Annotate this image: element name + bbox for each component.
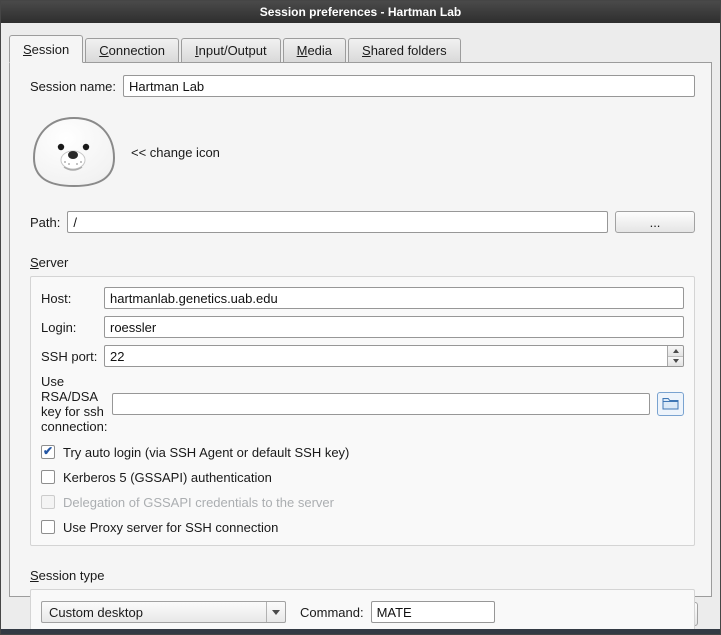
proxy-label: Use Proxy server for SSH connection bbox=[63, 520, 278, 535]
gssapi-delegation-label: Delegation of GSSAPI credentials to the … bbox=[63, 495, 334, 510]
session-preferences-window: Session preferences - Hartman Lab Sessio… bbox=[0, 0, 721, 635]
session-name-row: Session name: bbox=[30, 75, 695, 97]
session-type-dropdown[interactable]: Custom desktop bbox=[41, 601, 286, 623]
session-type-frame: Custom desktop Command: bbox=[30, 589, 695, 629]
tab-bar: Session Connection Input/Output Media Sh… bbox=[9, 35, 712, 62]
spin-buttons bbox=[667, 346, 683, 366]
kerberos-checkbox-row[interactable]: Kerberos 5 (GSSAPI) authentication bbox=[41, 469, 684, 485]
chevron-down-icon bbox=[272, 610, 280, 615]
dropdown-arrow-box bbox=[266, 602, 285, 622]
window-title: Session preferences - Hartman Lab bbox=[260, 5, 461, 19]
spin-down-button[interactable] bbox=[668, 357, 683, 367]
login-label: Login: bbox=[41, 320, 104, 335]
command-input[interactable] bbox=[371, 601, 495, 623]
proxy-checkbox[interactable] bbox=[41, 520, 55, 534]
arrow-up-icon bbox=[673, 349, 679, 353]
rsa-key-row: Use RSA/DSA key for ssh connection: bbox=[41, 374, 684, 434]
session-name-label: Session name: bbox=[30, 79, 116, 94]
command-label: Command: bbox=[300, 605, 364, 620]
gssapi-delegation-checkbox-row: Delegation of GSSAPI credentials to the … bbox=[41, 494, 684, 510]
tab-session[interactable]: Session bbox=[9, 35, 83, 63]
server-group-label: Server bbox=[30, 255, 695, 271]
tab-media[interactable]: Media bbox=[283, 38, 346, 62]
path-row: Path: ... bbox=[30, 211, 695, 233]
tab-connection[interactable]: Connection bbox=[85, 38, 179, 62]
window-bottom-edge bbox=[1, 629, 720, 634]
login-input[interactable] bbox=[104, 316, 684, 338]
rsa-key-input[interactable] bbox=[112, 393, 650, 415]
auto-login-checkbox-row[interactable]: Try auto login (via SSH Agent or default… bbox=[41, 444, 684, 460]
tab-input-output[interactable]: Input/Output bbox=[181, 38, 281, 62]
path-input[interactable] bbox=[67, 211, 608, 233]
session-name-input[interactable] bbox=[123, 75, 695, 97]
path-label: Path: bbox=[30, 215, 60, 230]
change-icon-label: << change icon bbox=[131, 145, 220, 160]
auto-login-label: Try auto login (via SSH Agent or default… bbox=[63, 445, 349, 460]
key-browse-button[interactable] bbox=[657, 392, 684, 416]
session-type-dropdown-value: Custom desktop bbox=[42, 605, 266, 620]
arrow-down-icon bbox=[673, 359, 679, 363]
seal-mascot-icon[interactable] bbox=[30, 114, 118, 190]
ssh-port-label: SSH port: bbox=[41, 349, 104, 364]
path-browse-button[interactable]: ... bbox=[615, 211, 695, 233]
window-titlebar[interactable]: Session preferences - Hartman Lab bbox=[1, 1, 720, 23]
host-row: Host: bbox=[41, 287, 684, 309]
tab-shared-folders[interactable]: Shared folders bbox=[348, 38, 461, 62]
auto-login-checkbox[interactable] bbox=[41, 445, 55, 459]
gssapi-delegation-checkbox bbox=[41, 495, 55, 509]
kerberos-checkbox[interactable] bbox=[41, 470, 55, 484]
ssh-port-row: SSH port: bbox=[41, 345, 684, 367]
ssh-port-spinner bbox=[104, 345, 684, 367]
tab-pane-session: Session name: bbox=[9, 62, 712, 597]
host-label: Host: bbox=[41, 291, 104, 306]
proxy-checkbox-row[interactable]: Use Proxy server for SSH connection bbox=[41, 519, 684, 535]
session-icon-row: << change icon bbox=[30, 113, 695, 191]
folder-icon bbox=[662, 396, 679, 413]
kerberos-label: Kerberos 5 (GSSAPI) authentication bbox=[63, 470, 272, 485]
server-group-frame: Host: Login: SSH port: bbox=[30, 276, 695, 546]
dialog-content: Session Connection Input/Output Media Sh… bbox=[1, 23, 720, 629]
host-input[interactable] bbox=[104, 287, 684, 309]
rsa-key-label: Use RSA/DSA key for ssh connection: bbox=[41, 374, 104, 434]
session-type-group-label: Session type bbox=[30, 568, 695, 584]
login-row: Login: bbox=[41, 316, 684, 338]
ssh-port-input[interactable] bbox=[104, 345, 684, 367]
spin-up-button[interactable] bbox=[668, 346, 683, 357]
